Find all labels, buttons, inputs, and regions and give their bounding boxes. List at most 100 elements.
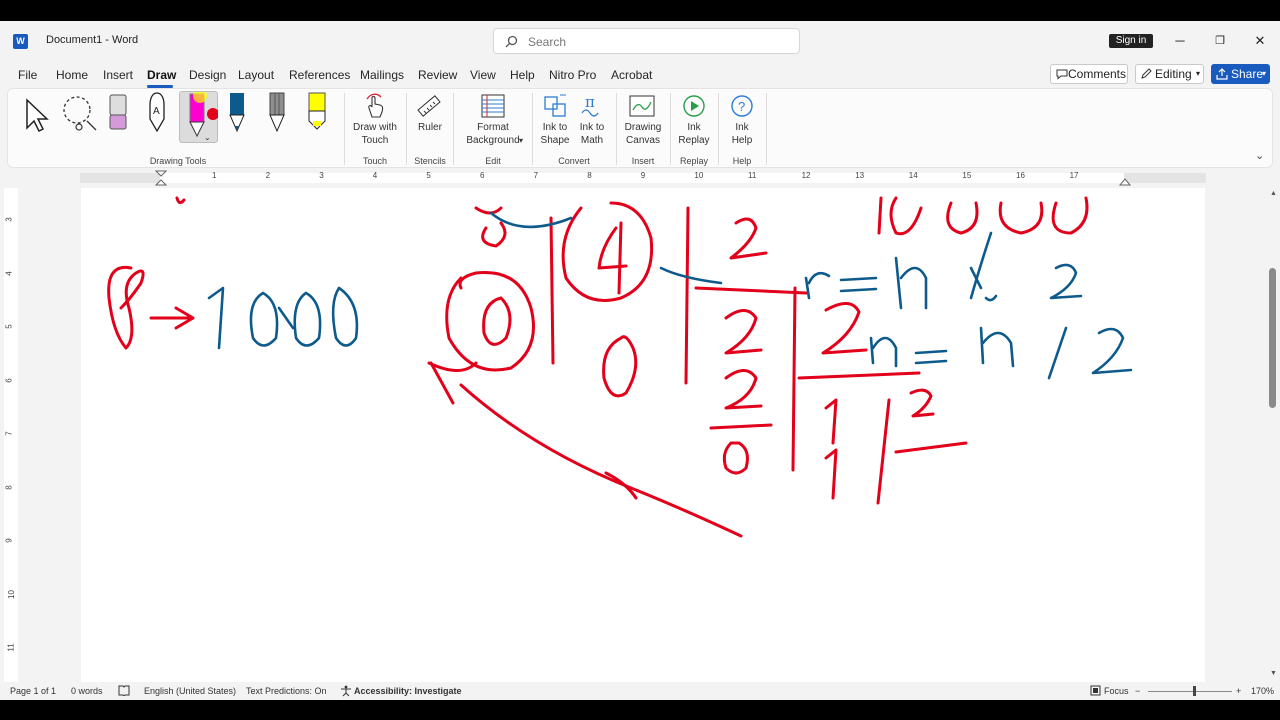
group-label-convert: Convert bbox=[558, 156, 590, 166]
group-separator bbox=[718, 93, 719, 165]
ink-replay-button[interactable] bbox=[681, 93, 707, 124]
indent-marker-icon[interactable] bbox=[155, 170, 167, 186]
accessibility-status[interactable]: Accessibility: Investigate bbox=[354, 686, 462, 696]
format-background-icon bbox=[481, 94, 505, 118]
ink-replay-label-1: Ink bbox=[687, 122, 701, 133]
draw-with-touch-button[interactable] bbox=[363, 93, 387, 124]
restore-button[interactable]: ❐ bbox=[1210, 31, 1230, 51]
ink-to-math-label-1: Ink to bbox=[579, 122, 605, 133]
vertical-ruler-number: 9 bbox=[4, 538, 14, 543]
vertical-scrollbar[interactable]: ▲ ▼ bbox=[1267, 188, 1280, 682]
tab-acrobat[interactable]: Acrobat bbox=[611, 68, 652, 82]
text-predictions[interactable]: Text Predictions: On bbox=[246, 686, 327, 696]
pen-blue-tool[interactable] bbox=[226, 91, 248, 138]
highlighter-tool[interactable] bbox=[306, 91, 328, 138]
vertical-ruler-number: 10 bbox=[6, 589, 16, 599]
ruler-margin-right bbox=[1124, 173, 1206, 183]
group-label-replay: Replay bbox=[679, 156, 708, 166]
group-label-touch: Touch bbox=[362, 156, 388, 166]
word-window: W Document1 - Word Search Sign in ─ ❐ ✕ … bbox=[0, 21, 1280, 700]
zoom-slider-thumb[interactable] bbox=[1193, 686, 1196, 696]
sign-in-button[interactable]: Sign in bbox=[1109, 34, 1153, 48]
tab-help[interactable]: Help bbox=[510, 68, 535, 82]
collapse-ribbon-icon[interactable]: ⌄ bbox=[1255, 149, 1264, 162]
touch-hand-icon bbox=[366, 93, 384, 118]
chevron-down-icon: ▾ bbox=[1196, 69, 1201, 78]
scrollbar-thumb[interactable] bbox=[1269, 268, 1276, 408]
tab-file[interactable]: File bbox=[18, 68, 37, 82]
search-box[interactable]: Search bbox=[493, 28, 800, 54]
format-background-button[interactable] bbox=[480, 93, 506, 124]
tab-home[interactable]: Home bbox=[56, 68, 88, 82]
ruler-button[interactable] bbox=[416, 93, 442, 124]
tab-mailings[interactable]: Mailings bbox=[360, 68, 404, 82]
right-indent-marker-icon[interactable] bbox=[1119, 176, 1131, 186]
accessibility-icon bbox=[341, 685, 351, 697]
tab-insert[interactable]: Insert bbox=[103, 68, 133, 82]
vertical-ruler-number: 6 bbox=[4, 377, 14, 383]
highlighter-icon bbox=[308, 92, 326, 130]
group-separator bbox=[766, 93, 767, 165]
ruler-icon bbox=[417, 95, 441, 117]
share-icon bbox=[1216, 68, 1228, 80]
zoom-out-button[interactable]: − bbox=[1135, 686, 1140, 696]
comments-button[interactable]: Comments bbox=[1050, 64, 1128, 84]
pen-pink-tool[interactable]: ⌄ bbox=[179, 89, 219, 143]
zoom-slider[interactable] bbox=[1148, 691, 1232, 692]
ink-to-math-button[interactable]: π bbox=[579, 93, 605, 124]
ink-help-button[interactable]: ? bbox=[729, 93, 755, 124]
svg-text:π: π bbox=[585, 93, 595, 111]
group-separator bbox=[453, 93, 454, 165]
tab-view[interactable]: View bbox=[470, 68, 496, 82]
page-count[interactable]: Page 1 of 1 bbox=[10, 686, 56, 696]
document-title: Document1 - Word bbox=[46, 34, 139, 46]
tab-references[interactable]: References bbox=[289, 68, 350, 82]
proofing-book-icon[interactable] bbox=[118, 685, 130, 696]
ruler-number: 4 bbox=[372, 171, 378, 180]
pen-black-tool[interactable]: A bbox=[146, 91, 168, 138]
ruler-number: 9 bbox=[640, 171, 646, 180]
pencil-tool[interactable] bbox=[266, 91, 288, 138]
word-count[interactable]: 0 words bbox=[71, 686, 103, 696]
share-button[interactable]: Share ▾ bbox=[1211, 64, 1270, 84]
ruler-label: Ruler bbox=[418, 122, 442, 133]
ink-to-math-label-2: Math bbox=[580, 135, 604, 146]
minimize-button[interactable]: ─ bbox=[1170, 31, 1190, 51]
pen-icon bbox=[229, 93, 245, 133]
tab-layout[interactable]: Layout bbox=[238, 68, 274, 82]
editing-mode-button[interactable]: Editing ▾ bbox=[1135, 64, 1204, 84]
language-indicator[interactable]: English (United States) bbox=[144, 686, 236, 696]
ink-to-shape-button[interactable] bbox=[543, 93, 569, 124]
comment-icon bbox=[1056, 69, 1068, 80]
scroll-down-icon[interactable]: ▼ bbox=[1270, 670, 1277, 677]
ink-to-math-icon: π bbox=[581, 93, 599, 117]
eraser-tool[interactable] bbox=[107, 93, 129, 138]
drawing-canvas-button[interactable] bbox=[628, 93, 656, 124]
draw-ribbon: A ⌄ Drawing Tools Draw with Touch Touch … bbox=[7, 88, 1273, 168]
tab-review[interactable]: Review bbox=[418, 68, 457, 82]
zoom-in-button[interactable]: + bbox=[1236, 686, 1241, 696]
lasso-select-tool[interactable] bbox=[60, 94, 98, 137]
comments-label: Comments bbox=[1068, 67, 1127, 81]
tab-nitro-pro[interactable]: Nitro Pro bbox=[549, 68, 596, 82]
ink-to-shape-label-2: Shape bbox=[540, 135, 570, 146]
vertical-ruler-number: 8 bbox=[4, 484, 14, 490]
ruler-number: 15 bbox=[962, 171, 972, 180]
pencil-icon bbox=[1141, 68, 1152, 79]
group-separator bbox=[532, 93, 533, 165]
group-separator bbox=[344, 93, 345, 165]
close-button[interactable]: ✕ bbox=[1250, 31, 1270, 51]
zoom-level[interactable]: 170% bbox=[1251, 686, 1274, 696]
select-tool[interactable] bbox=[22, 94, 50, 139]
svg-text:A: A bbox=[153, 106, 160, 117]
focus-button[interactable]: Focus bbox=[1104, 686, 1129, 696]
tab-design[interactable]: Design bbox=[189, 68, 226, 82]
pen-icon: A bbox=[149, 92, 165, 133]
horizontal-ruler: 1 2 3 4 5 6 7 8 9 10 11 12 13 14 15 16 17 bbox=[0, 170, 1280, 186]
scroll-up-icon[interactable]: ▲ bbox=[1270, 190, 1277, 197]
tab-draw[interactable]: Draw bbox=[147, 68, 176, 82]
ink-replay-label-2: Replay bbox=[678, 135, 710, 146]
format-background-label-1: Format bbox=[477, 122, 509, 133]
draw-with-touch-label-1: Draw with bbox=[353, 122, 397, 133]
document-page[interactable] bbox=[81, 188, 1205, 682]
